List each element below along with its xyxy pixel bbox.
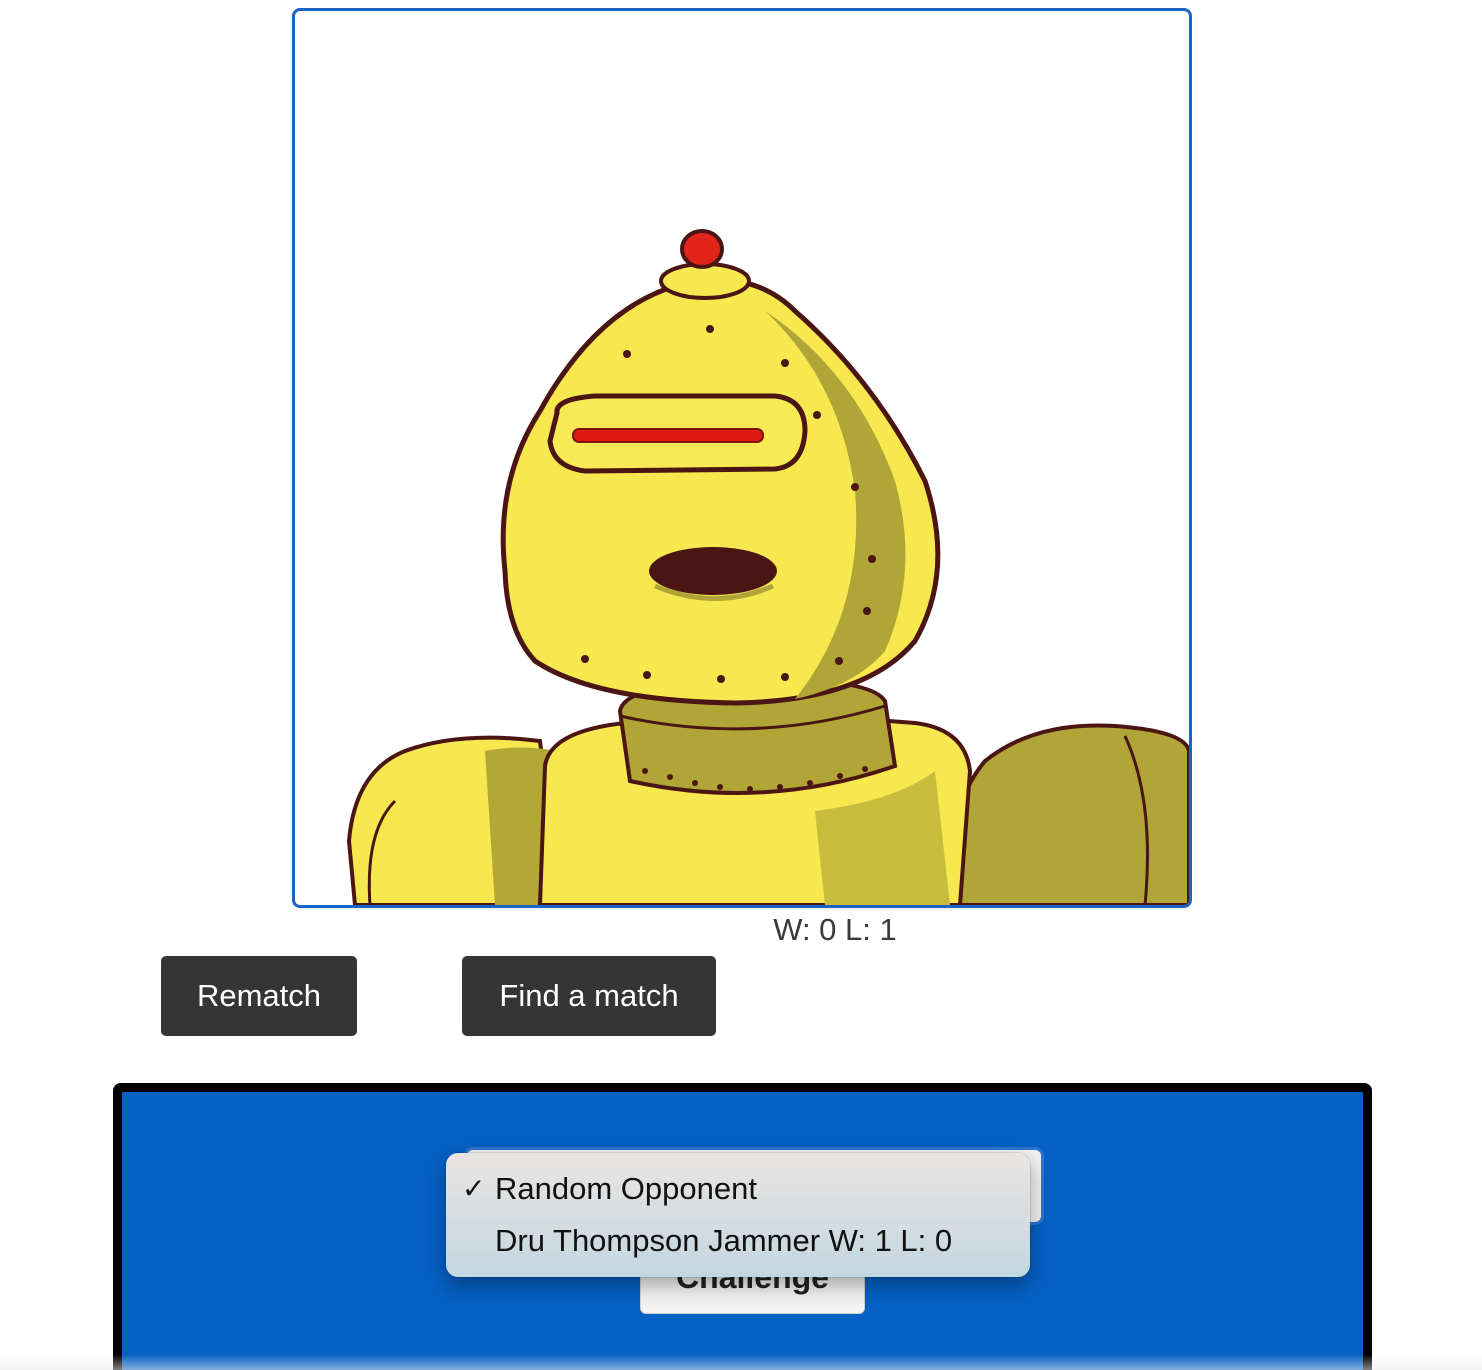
robot-avatar-illustration <box>346 229 1189 905</box>
option-label: Dru Thompson Jammer W: 1 L: 0 <box>495 1223 953 1258</box>
opponent-dropdown-menu: ✓ Random Opponent Dru Thompson Jammer W:… <box>446 1153 1030 1277</box>
page: W: 0 L: 1 Rematch Find a match Challenge… <box>0 0 1482 1370</box>
checkmark-icon: ✓ <box>462 1173 486 1204</box>
dropdown-option-random-opponent[interactable]: ✓ Random Opponent <box>446 1164 1030 1214</box>
win-loss-record: W: 0 L: 1 <box>773 912 897 947</box>
rematch-button[interactable]: Rematch <box>161 956 357 1036</box>
option-label: Random Opponent <box>495 1171 757 1206</box>
avatar-frame <box>292 8 1192 908</box>
dropdown-option-dru-thompson[interactable]: Dru Thompson Jammer W: 1 L: 0 <box>446 1216 1030 1266</box>
find-match-button[interactable]: Find a match <box>462 956 716 1036</box>
